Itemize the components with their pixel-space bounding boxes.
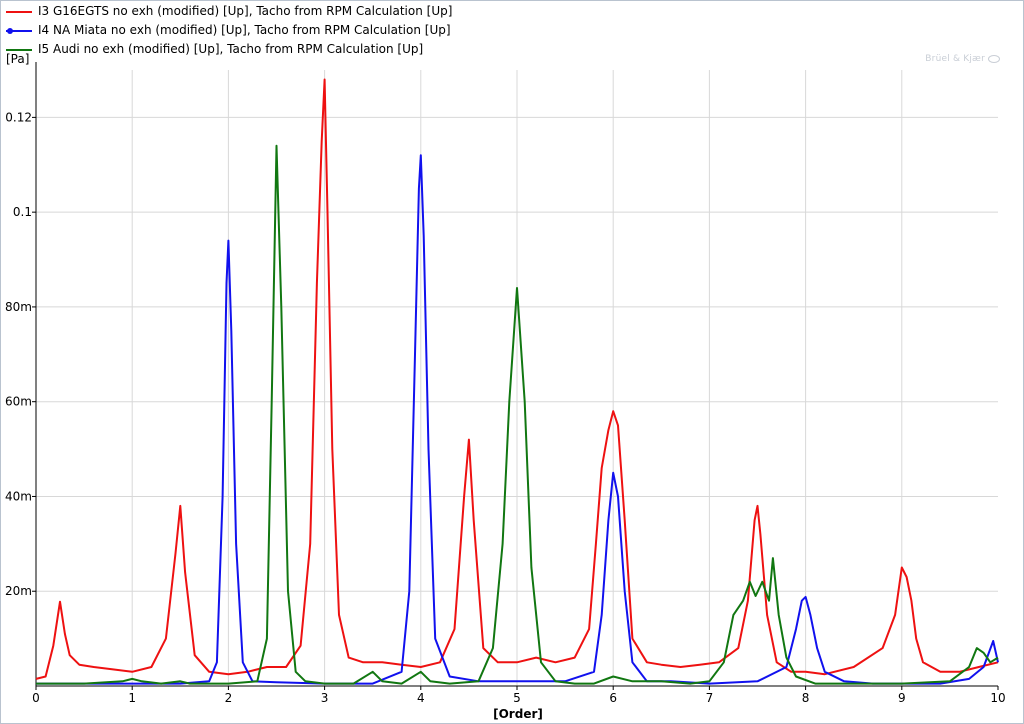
x-tick-label: 9 (898, 691, 906, 705)
y-tick-label: 20m (5, 584, 32, 598)
y-tick-label: 80m (5, 300, 32, 314)
x-tick-label: 5 (513, 691, 521, 705)
y-tick-label: 0.1 (13, 205, 32, 219)
chart-plot-area[interactable]: 0 1 2 3 4 5 6 7 8 9 10 20m 40m 60m 80m 0.1 0.12 [Order] (0, 0, 1024, 724)
x-tick-label: 6 (609, 691, 617, 705)
y-tick-label: 60m (5, 395, 32, 409)
x-tick-label: 8 (802, 691, 810, 705)
x-tick-label: 1 (128, 691, 136, 705)
x-tick-label: 7 (706, 691, 714, 705)
grid-lines (36, 70, 998, 686)
y-tick-label: 0.12 (5, 110, 32, 124)
y-tick-label: 40m (5, 489, 32, 503)
tick-labels: 0 1 2 3 4 5 6 7 8 9 10 20m 40m 60m 80m 0.1 0.12 (5, 110, 1006, 705)
x-tick-label: 4 (417, 691, 425, 705)
x-tick-label: 3 (321, 691, 329, 705)
x-tick-label: 2 (225, 691, 233, 705)
x-tick-label: 10 (990, 691, 1005, 705)
axes (32, 62, 999, 690)
x-tick-label: 0 (32, 691, 40, 705)
x-axis-label: [Order] (493, 707, 543, 721)
